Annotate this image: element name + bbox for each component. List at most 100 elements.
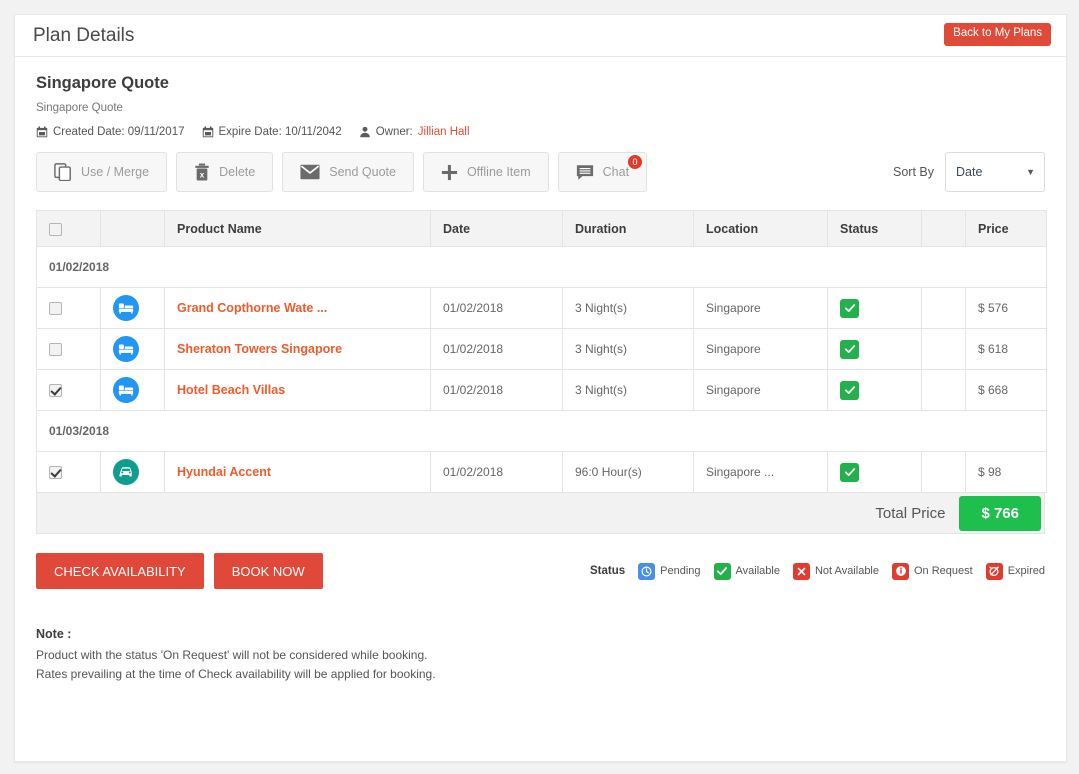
hotel-icon [113, 295, 139, 321]
product-name-link[interactable]: Grand Copthorne Wate ... [177, 301, 327, 315]
action-toolbar: Use / Merge x Delete Send Quote [36, 152, 1045, 192]
product-type-cell [101, 329, 165, 370]
status-legend: Status Pending Available [590, 563, 1045, 580]
date-group-row: 01/03/2018 [37, 411, 1047, 452]
product-duration-cell: 3 Night(s) [563, 288, 694, 329]
row-checkbox[interactable] [49, 343, 62, 356]
product-date-cell: 01/02/2018 [431, 288, 563, 329]
page-root: Plan Details Back to My Plans Singapore … [0, 0, 1079, 774]
product-type-cell [101, 370, 165, 411]
product-location-cell: Singapore ... [694, 452, 828, 493]
plan-details-card: Plan Details Back to My Plans Singapore … [14, 14, 1067, 762]
user-icon [359, 126, 371, 138]
car-icon [113, 459, 139, 485]
legend-available-label: Available [736, 565, 780, 577]
product-date-cell: 01/02/2018 [431, 370, 563, 411]
owner-info: Owner: Jillian Hall [359, 126, 470, 138]
copy-icon [54, 163, 72, 181]
status-available-icon [840, 463, 859, 482]
product-duration-cell: 3 Night(s) [563, 329, 694, 370]
table-row: Sheraton Towers Singapore 01/02/20183 Nig… [37, 329, 1047, 370]
clock-icon [638, 563, 655, 580]
product-price-cell: $ 576 [966, 288, 1047, 329]
owner-prefix: Owner: [376, 126, 413, 138]
legend-on-request: On Request [892, 563, 973, 580]
select-all-checkbox[interactable] [49, 223, 62, 236]
product-date-cell: 01/02/2018 [431, 329, 563, 370]
quote-title: Singapore Quote [36, 74, 1045, 93]
note-line-1: Product with the status 'On Request' wil… [36, 648, 1045, 662]
trash-icon: x [194, 163, 210, 181]
calendar-icon [36, 126, 48, 138]
product-location-cell: Singapore [694, 370, 828, 411]
type-header [101, 211, 165, 247]
status-available-icon [840, 340, 859, 359]
card-body: Singapore Quote Singapore Quote Created … [15, 57, 1066, 681]
product-status-cell [828, 329, 922, 370]
note-title: Note : [36, 627, 1045, 641]
total-price-label: Total Price [875, 505, 945, 522]
product-name-link[interactable]: Hotel Beach Villas [177, 383, 285, 397]
header-status: Status [828, 211, 922, 247]
chevron-down-icon: ▼ [1026, 167, 1035, 177]
check-icon [714, 563, 731, 580]
chat-button[interactable]: Chat 0 [558, 152, 647, 192]
status-legend-title: Status [590, 565, 625, 577]
plus-icon [441, 164, 458, 181]
select-all-header [37, 211, 101, 247]
product-name-cell: Hyundai Accent [165, 452, 431, 493]
product-price-cell: $ 618 [966, 329, 1047, 370]
table-body: 01/02/2018 Grand Copthorne Wate ... 01/02/… [37, 247, 1047, 493]
status-available-icon [840, 299, 859, 318]
sort-by-select[interactable]: Date ▼ [945, 152, 1045, 192]
table-row: Hyundai Accent01/02/201896:0 Hour(s)Sing… [37, 452, 1047, 493]
quote-subtitle: Singapore Quote [36, 102, 1045, 114]
total-price-bar: Total Price $ 766 [36, 493, 1045, 534]
chat-icon [576, 164, 594, 181]
back-to-my-plans-button[interactable]: Back to My Plans [944, 23, 1051, 46]
offline-item-button[interactable]: Offline Item [423, 152, 549, 192]
date-group-row: 01/02/2018 [37, 247, 1047, 288]
delete-button[interactable]: x Delete [176, 152, 273, 192]
info-icon [892, 563, 909, 580]
product-name-link[interactable]: Sheraton Towers Singapore [177, 342, 342, 356]
sort-by-label: Sort By [893, 165, 934, 179]
total-price-value: $ 766 [959, 496, 1041, 531]
use-merge-button[interactable]: Use / Merge [36, 152, 167, 192]
date-group-label: 01/02/2018 [37, 247, 1047, 288]
x-icon [793, 563, 810, 580]
expire-date-label: Expire Date: 10/11/2042 [219, 126, 342, 138]
book-now-button[interactable]: BOOK NOW [214, 553, 323, 589]
legend-on-request-label: On Request [914, 565, 973, 577]
row-checkbox[interactable] [49, 384, 62, 397]
product-status-cell [828, 370, 922, 411]
check-availability-button[interactable]: CHECK AVAILABILITY [36, 553, 204, 589]
envelope-icon [300, 164, 320, 180]
send-quote-button[interactable]: Send Quote [282, 152, 414, 192]
use-merge-label: Use / Merge [81, 165, 149, 179]
quote-meta: Created Date: 09/11/2017 Expire Date: 10… [36, 126, 1045, 138]
row-spacer-cell [922, 452, 966, 493]
product-price-cell: $ 668 [966, 370, 1047, 411]
product-status-cell [828, 452, 922, 493]
legend-pending: Pending [638, 563, 700, 580]
table-row: Grand Copthorne Wate ... 01/02/20183 Nigh… [37, 288, 1047, 329]
product-location-cell: Singapore [694, 288, 828, 329]
row-select-cell [37, 370, 101, 411]
row-spacer-cell [922, 370, 966, 411]
sort-control: Sort By Date ▼ [893, 152, 1045, 192]
calendar-icon [202, 126, 214, 138]
sort-by-value: Date [956, 165, 982, 179]
chat-badge: 0 [628, 155, 642, 169]
product-name-link[interactable]: Hyundai Accent [177, 465, 271, 479]
legend-not-available: Not Available [793, 563, 879, 580]
header-location: Location [694, 211, 828, 247]
hotel-icon [113, 336, 139, 362]
row-checkbox[interactable] [49, 302, 62, 315]
legend-not-available-label: Not Available [815, 565, 879, 577]
send-quote-label: Send Quote [329, 165, 396, 179]
table-header: Product Name Date Duration Location Stat… [37, 211, 1047, 247]
row-checkbox[interactable] [49, 466, 62, 479]
delete-label: Delete [219, 165, 255, 179]
legend-expired: Expired [986, 563, 1045, 580]
